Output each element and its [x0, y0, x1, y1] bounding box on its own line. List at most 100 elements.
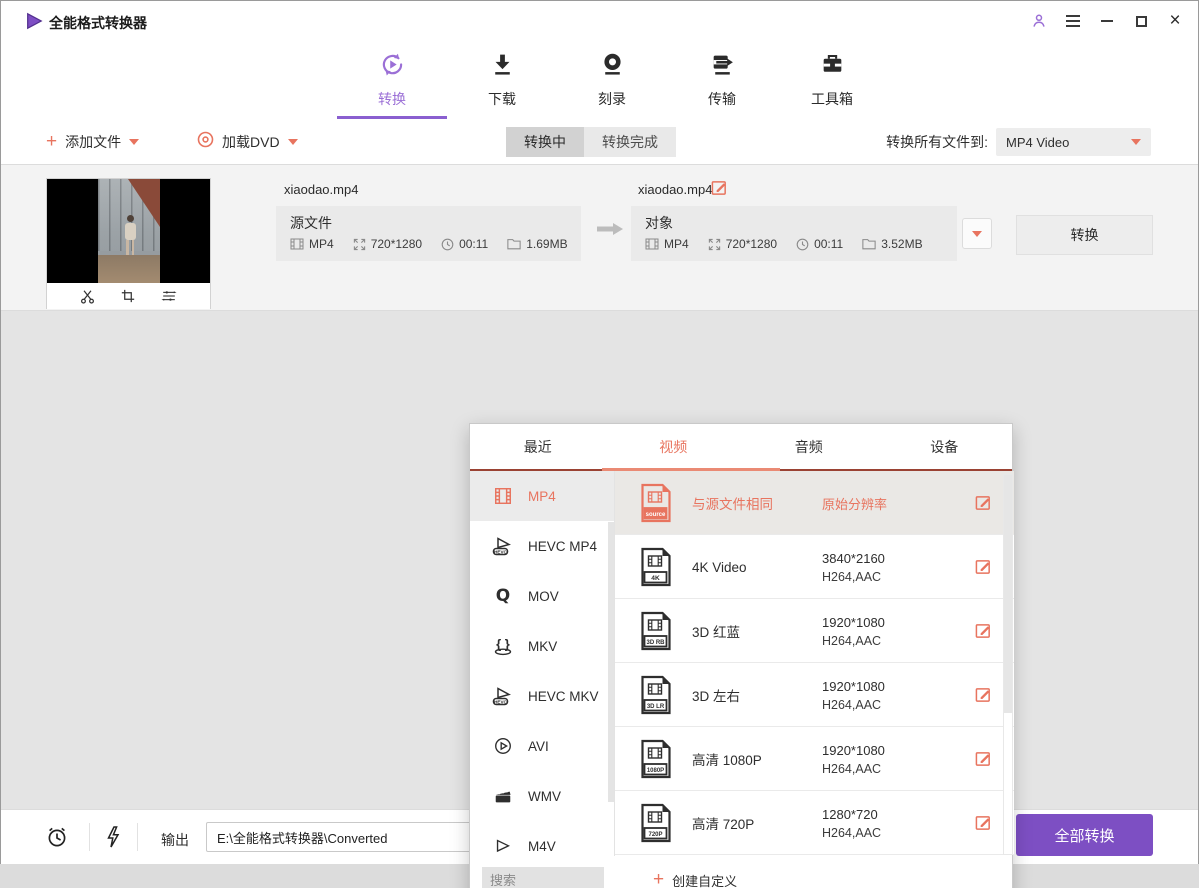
- convert-all-to-label: 转换所有文件到:: [886, 119, 988, 165]
- trim-scissors-icon[interactable]: [79, 288, 96, 305]
- nav-tab-burn[interactable]: 刻录: [557, 41, 667, 119]
- preset-row-720p[interactable]: 720P 高清 720P 1280*720H264,AAC: [615, 791, 1014, 855]
- svg-text:720P: 720P: [648, 832, 662, 838]
- preset-edit-icon[interactable]: [975, 814, 992, 836]
- close-button[interactable]: ×: [1166, 12, 1184, 30]
- clapperboard-icon: [490, 786, 516, 806]
- download-icon: [489, 51, 516, 83]
- preset-file-icon: 3D RB: [639, 611, 673, 656]
- preset-row-source[interactable]: source 与源文件相同 原始分辨率: [615, 471, 1014, 535]
- video-thumbnail-card: [46, 178, 211, 309]
- high-speed-bolt-icon[interactable]: [102, 825, 122, 849]
- divider: [137, 823, 138, 851]
- output-path-value: E:\全能格式转换器\Converted: [217, 828, 388, 847]
- app-title: 全能格式转换器: [49, 13, 147, 33]
- target-format-dropdown-button[interactable]: [962, 218, 992, 249]
- svg-text:1080P: 1080P: [647, 768, 664, 774]
- popup-tab-device[interactable]: 设备: [877, 424, 1013, 469]
- format-item-mkv[interactable]: { } MKV: [470, 621, 614, 671]
- source-info-box: 源文件 MP4 720*1280 00:11: [276, 206, 581, 261]
- tab-converting[interactable]: 转换中: [506, 127, 584, 157]
- format-item-mov[interactable]: Q MOV: [470, 571, 614, 621]
- quicktime-icon: Q: [490, 586, 516, 606]
- format-item-wmv[interactable]: WMV: [470, 771, 614, 821]
- arrow-right-icon: [595, 221, 625, 242]
- nav-tab-download[interactable]: 下载: [447, 41, 557, 119]
- preset-edit-icon[interactable]: [975, 494, 992, 516]
- preset-row-3d-lr[interactable]: 3D LR 3D 左右 1920*1080H264,AAC: [615, 663, 1014, 727]
- transfer-icon: [709, 51, 736, 83]
- format-item-mp4[interactable]: MP4: [470, 471, 614, 521]
- preset-file-icon: 1080P: [639, 739, 673, 784]
- svg-text:HEVC: HEVC: [494, 549, 507, 554]
- popup-tab-recent[interactable]: 最近: [470, 424, 606, 469]
- file-list-area: xiaodao.mp4 源文件 MP4 720*1280 00:11: [1, 165, 1198, 809]
- menu-icon[interactable]: [1064, 12, 1082, 30]
- crop-icon[interactable]: [120, 288, 136, 304]
- app-logo-icon: [25, 12, 43, 35]
- nav-tab-convert[interactable]: 转换: [337, 41, 447, 119]
- output-label: 输出: [161, 830, 189, 850]
- format-item-m4v[interactable]: M4V: [470, 821, 614, 858]
- resolution-icon: [708, 238, 721, 251]
- target-resolution: 720*1280: [708, 237, 777, 251]
- format-list: MP4 HEVC HEVC MP4 Q MOV { } MKV: [470, 471, 615, 858]
- folder-icon: [862, 238, 876, 250]
- target-size: 3.52MB: [862, 237, 922, 251]
- convert-button[interactable]: 转换: [1016, 215, 1153, 255]
- tab-finished[interactable]: 转换完成: [584, 127, 676, 157]
- nav-tab-toolbox[interactable]: 工具箱: [777, 41, 887, 119]
- preset-edit-icon[interactable]: [975, 558, 992, 580]
- account-icon[interactable]: [1030, 12, 1048, 30]
- plus-icon: +: [653, 871, 664, 888]
- app-window: 全能格式转换器 × 转换 下载 刻录: [0, 0, 1199, 864]
- divider: [89, 823, 90, 851]
- preset-row-3d-rb[interactable]: 3D RB 3D 红蓝 1920*1080H264,AAC: [615, 599, 1014, 663]
- source-filename: xiaodao.mp4: [284, 182, 358, 197]
- chevron-down-icon: [972, 231, 982, 237]
- folder-icon: [507, 238, 521, 250]
- mkv-braces-icon: { }: [490, 635, 516, 657]
- main-nav: 转换 下载 刻录 传输 工具箱: [337, 41, 887, 119]
- film-icon: [290, 238, 304, 250]
- popup-tab-audio[interactable]: 音频: [741, 424, 877, 469]
- titlebar: 全能格式转换器 ×: [1, 1, 1198, 41]
- format-list-scrollbar[interactable]: [608, 522, 614, 802]
- svg-text:source: source: [646, 512, 666, 518]
- preset-edit-icon[interactable]: [975, 750, 992, 772]
- effects-sliders-icon[interactable]: [160, 288, 178, 304]
- maximize-button[interactable]: [1132, 12, 1150, 30]
- mp4-film-icon: [490, 486, 516, 506]
- convert-all-button[interactable]: 全部转换: [1016, 814, 1153, 856]
- search-input[interactable]: [482, 867, 604, 888]
- preset-row-1080p[interactable]: 1080P 高清 1080P 1920*1080H264,AAC: [615, 727, 1014, 791]
- burn-disc-icon: [599, 51, 626, 83]
- preset-list-scrollbar[interactable]: [1003, 474, 1013, 855]
- nav-label-burn: 刻录: [598, 89, 626, 109]
- convert-status-tabs: 转换中 转换完成: [506, 127, 676, 157]
- add-file-button[interactable]: + 添加文件: [46, 119, 139, 165]
- format-item-avi[interactable]: AVI: [470, 721, 614, 771]
- create-custom-button[interactable]: + 创建自定义: [653, 856, 737, 888]
- output-format-select[interactable]: MP4 Video: [996, 128, 1151, 156]
- desktop: 全能格式转换器 × 转换 下载 刻录: [0, 0, 1199, 888]
- schedule-alarm-icon[interactable]: [45, 825, 69, 849]
- video-thumbnail[interactable]: [47, 179, 210, 283]
- plus-icon: +: [46, 133, 57, 151]
- popup-tab-video[interactable]: 视频: [606, 424, 742, 469]
- rename-edit-icon[interactable]: [711, 179, 728, 201]
- load-dvd-button[interactable]: 加载DVD: [197, 119, 298, 165]
- target-format: MP4: [645, 237, 689, 251]
- svg-text:3D LR: 3D LR: [647, 704, 665, 710]
- minimize-button[interactable]: [1098, 12, 1116, 30]
- convert-icon: [379, 51, 406, 83]
- target-title: 对象: [645, 213, 673, 233]
- preset-edit-icon[interactable]: [975, 622, 992, 644]
- nav-tab-transfer[interactable]: 传输: [667, 41, 777, 119]
- source-size: 1.69MB: [507, 237, 567, 251]
- format-item-hevc-mkv[interactable]: HEVC HEVC MKV: [470, 671, 614, 721]
- hevc-play-icon: HEVC: [490, 535, 516, 557]
- format-item-hevc-mp4[interactable]: HEVC HEVC MP4: [470, 521, 614, 571]
- preset-row-4k[interactable]: 4K 4K Video 3840*2160H264,AAC: [615, 535, 1014, 599]
- preset-edit-icon[interactable]: [975, 686, 992, 708]
